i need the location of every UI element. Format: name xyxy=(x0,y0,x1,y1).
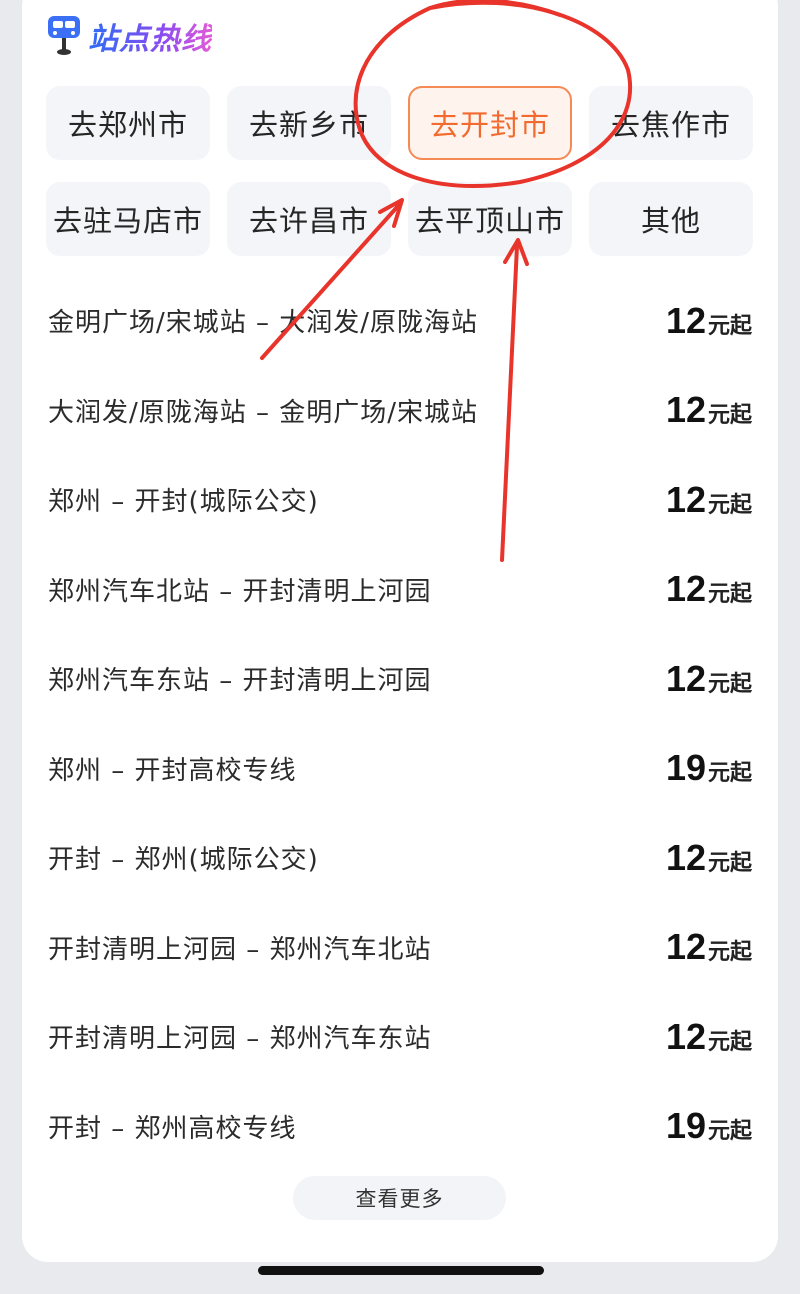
price-value: 12 xyxy=(665,657,706,699)
route-row[interactable]: 开封 – 郑州(城际公交) 12 元起 xyxy=(48,813,752,903)
route-price: 12 元起 xyxy=(666,926,752,968)
route-name: 郑州汽车东站 – 开封清明上河园 xyxy=(48,666,432,697)
price-suffix: 元起 xyxy=(707,582,752,608)
section-title: 站点热线 xyxy=(88,14,212,58)
price-suffix: 元起 xyxy=(707,940,752,966)
route-row[interactable]: 大润发/原陇海站 – 金明广场/宋城站 12 元起 xyxy=(48,366,752,456)
price-suffix: 元起 xyxy=(707,492,752,518)
route-row[interactable]: 开封清明上河园 – 郑州汽车北站 12 元起 xyxy=(48,903,752,993)
price-value: 12 xyxy=(665,836,706,878)
price-suffix: 元起 xyxy=(707,403,752,429)
route-row[interactable]: 金明广场/宋城站 – 大润发/原陇海站 12 元起 xyxy=(48,276,752,366)
price-suffix: 元起 xyxy=(707,671,752,697)
price-value: 12 xyxy=(665,568,706,610)
price-suffix: 元起 xyxy=(707,1029,752,1055)
route-row[interactable]: 郑州 – 开封(城际公交) 12 元起 xyxy=(48,455,752,545)
route-name: 开封 – 郑州高校专线 xyxy=(48,1113,297,1144)
price-suffix: 元起 xyxy=(707,761,752,787)
price-value: 19 xyxy=(665,747,706,789)
bus-stop-sign-icon xyxy=(46,14,82,58)
price-value: 19 xyxy=(665,1105,706,1147)
tag-kaifeng[interactable]: 去开封市 xyxy=(408,86,572,160)
route-price: 12 元起 xyxy=(666,479,752,521)
route-row[interactable]: 郑州汽车北站 – 开封清明上河园 12 元起 xyxy=(48,545,752,635)
route-name: 郑州 – 开封高校专线 xyxy=(48,755,297,786)
home-indicator xyxy=(258,1266,544,1275)
tag-other[interactable]: 其他 xyxy=(589,182,753,256)
route-name: 开封 – 郑州(城际公交) xyxy=(48,845,319,876)
route-name: 郑州 – 开封(城际公交) xyxy=(48,487,319,518)
route-name: 大润发/原陇海站 – 金明广场/宋城站 xyxy=(48,397,479,428)
route-price: 12 元起 xyxy=(666,1016,752,1058)
price-value: 12 xyxy=(665,1015,706,1057)
tag-zhumadian[interactable]: 去驻马店市 xyxy=(46,182,210,256)
price-value: 12 xyxy=(665,926,706,968)
price-suffix: 元起 xyxy=(707,1119,752,1145)
route-price: 19 元起 xyxy=(666,747,752,789)
price-value: 12 xyxy=(665,389,706,431)
tag-xinxiang[interactable]: 去新乡市 xyxy=(227,86,391,160)
route-list: 金明广场/宋城站 – 大润发/原陇海站 12 元起 大润发/原陇海站 – 金明广… xyxy=(48,276,752,1171)
route-name: 开封清明上河园 – 郑州汽车东站 xyxy=(48,1024,432,1055)
tag-jiaozuo[interactable]: 去焦作市 xyxy=(589,86,753,160)
route-name: 郑州汽车北站 – 开封清明上河园 xyxy=(48,576,432,607)
route-price: 12 元起 xyxy=(666,837,752,879)
tag-pingdingshan[interactable]: 去平顶山市 xyxy=(408,182,572,256)
route-row[interactable]: 郑州汽车东站 – 开封清明上河园 12 元起 xyxy=(48,634,752,724)
price-suffix: 元起 xyxy=(707,850,752,876)
route-row[interactable]: 郑州 – 开封高校专线 19 元起 xyxy=(48,724,752,814)
price-value: 12 xyxy=(665,478,706,520)
section-header: 站点热线 xyxy=(46,14,212,58)
route-price: 19 元起 xyxy=(666,1105,752,1147)
route-row[interactable]: 开封 – 郑州高校专线 19 元起 xyxy=(48,1082,752,1172)
price-suffix: 元起 xyxy=(707,313,752,339)
route-name: 金明广场/宋城站 – 大润发/原陇海站 xyxy=(48,308,479,339)
route-price: 12 元起 xyxy=(666,568,752,610)
route-price: 12 元起 xyxy=(666,389,752,431)
city-tag-grid: 去郑州市 去新乡市 去开封市 去焦作市 去驻马店市 去许昌市 去平顶山市 其他 xyxy=(46,86,754,256)
price-value: 12 xyxy=(665,299,706,341)
route-name: 开封清明上河园 – 郑州汽车北站 xyxy=(48,934,432,965)
route-row[interactable]: 开封清明上河园 – 郑州汽车东站 12 元起 xyxy=(48,992,752,1082)
view-more-button[interactable]: 查看更多 xyxy=(293,1176,506,1220)
tag-xuchang[interactable]: 去许昌市 xyxy=(227,182,391,256)
route-price: 12 元起 xyxy=(666,300,752,342)
tag-zhengzhou[interactable]: 去郑州市 xyxy=(46,86,210,160)
route-price: 12 元起 xyxy=(666,658,752,700)
